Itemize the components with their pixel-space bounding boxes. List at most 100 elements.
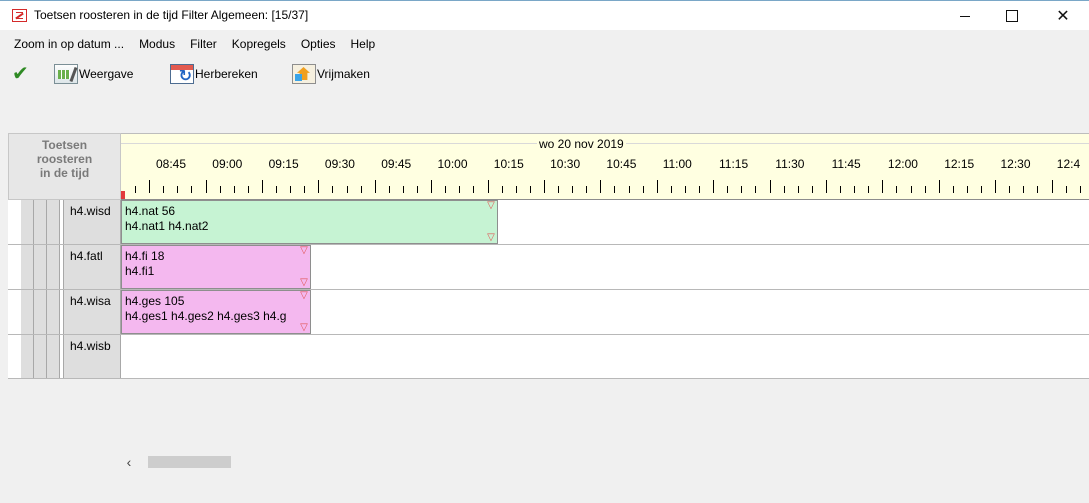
- time-label: 11:00: [662, 157, 692, 171]
- test-block-h4-ges[interactable]: h4.ges 105 h4.ges1 h4.ges2 h4.ges3 h4.g …: [121, 290, 311, 334]
- test-block-h4-fi[interactable]: h4.fi 18 h4.fi1 ▽ ▽: [121, 245, 311, 289]
- time-tick: [600, 180, 602, 193]
- weergave-button[interactable]: Weergave: [54, 64, 133, 84]
- row-stub: [34, 290, 47, 334]
- schedule-row-h4-wisd[interactable]: h4.wisd h4.nat 56 h4.nat1 h4.nat2 ▽ ▽: [8, 200, 1089, 245]
- time-tick: [896, 186, 898, 193]
- resize-handle-icon[interactable]: ▽: [486, 233, 496, 243]
- row-stub: [21, 290, 34, 334]
- schedule-row-h4-wisa[interactable]: h4.wisa h4.ges 105 h4.ges1 h4.ges2 h4.ge…: [8, 290, 1089, 335]
- time-tick: [699, 186, 700, 193]
- horizontal-scrollbar[interactable]: ‹: [121, 452, 1089, 472]
- time-label: 09:30: [324, 157, 355, 171]
- time-tick: [163, 186, 165, 193]
- row-stub: [21, 335, 34, 378]
- time-label: 09:00: [212, 157, 243, 171]
- time-label: 11:45: [831, 157, 861, 171]
- resize-handle-icon[interactable]: ▽: [299, 278, 309, 288]
- roster-app-icon: [12, 9, 27, 22]
- time-tick: [684, 186, 686, 193]
- herbereken-label: Herbereken: [195, 67, 258, 81]
- panel-title-line: Toetsen: [41, 138, 88, 152]
- time-tick: [205, 180, 207, 193]
- time-ruler[interactable]: wo 20 nov 2019 08:45 09:00 09:15 09:30 09:45…: [121, 133, 1089, 200]
- resize-handle-icon[interactable]: ▽: [299, 323, 309, 333]
- time-tick: [417, 186, 418, 193]
- confirm-check-icon[interactable]: [12, 64, 34, 84]
- time-tick: [332, 186, 334, 193]
- row-label: h4.fatl: [63, 245, 121, 289]
- time-tick: [1009, 186, 1011, 193]
- vrijmaken-label: Vrijmaken: [317, 67, 370, 81]
- row-stub: [34, 200, 47, 244]
- menu-help[interactable]: Help: [351, 37, 376, 51]
- time-tick: [247, 186, 249, 193]
- time-tick: [459, 186, 461, 193]
- menu-opties[interactable]: Opties: [301, 37, 336, 51]
- maximize-button[interactable]: [989, 1, 1035, 31]
- herbereken-button[interactable]: Herbereken: [170, 64, 258, 86]
- time-label: 09:15: [268, 157, 299, 171]
- calendar-refresh-icon: [170, 64, 194, 86]
- schedule-panel-title: Toetsen roosteren in de tijd: [8, 133, 121, 200]
- close-button[interactable]: ✕: [1040, 1, 1086, 31]
- time-tick: [938, 180, 940, 193]
- toolbar: Weergave Herbereken Vrijmaken: [0, 57, 1089, 91]
- menu-kopregels[interactable]: Kopregels: [232, 37, 286, 51]
- menu-modus[interactable]: Modus: [139, 37, 175, 51]
- resize-handle-icon[interactable]: ▽: [299, 246, 309, 256]
- test-block-h4-nat[interactable]: h4.nat 56 h4.nat1 h4.nat2 ▽ ▽: [121, 200, 498, 244]
- time-tick: [995, 180, 997, 193]
- test-title: h4.nat 56: [125, 204, 176, 218]
- menu-zoom-date[interactable]: Zoom in op datum ...: [14, 37, 124, 51]
- scrollbar-thumb[interactable]: [148, 456, 231, 468]
- time-tick: [191, 186, 193, 193]
- date-label: wo 20 nov 2019: [537, 137, 626, 151]
- time-tick: [445, 186, 447, 193]
- time-tick: [586, 186, 588, 193]
- time-tick: [868, 186, 870, 193]
- menu-filter[interactable]: Filter: [190, 37, 217, 51]
- time-tick: [882, 180, 884, 193]
- time-tick: [233, 186, 235, 193]
- time-tick: [473, 186, 475, 193]
- menu-bar: Zoom in op datum ... Modus Filter Kopreg…: [0, 30, 1089, 57]
- time-tick: [304, 186, 306, 193]
- time-tick: [783, 186, 785, 193]
- time-tick: [431, 180, 433, 193]
- time-tick: [797, 186, 799, 193]
- test-groups: h4.nat1 h4.nat2: [125, 219, 209, 233]
- row-stub: [34, 245, 47, 289]
- row-stub: [21, 200, 34, 244]
- time-tick: [543, 180, 545, 193]
- resize-handle-icon[interactable]: ▽: [486, 201, 496, 211]
- row-label: h4.wisb: [63, 335, 121, 378]
- schedule-row-h4-fatl[interactable]: h4.fatl h4.fi 18 h4.fi1 ▽ ▽: [8, 245, 1089, 290]
- title-bar: Toetsen roosteren in de tijd Filter Alge…: [0, 0, 1089, 30]
- time-tick: [727, 186, 729, 193]
- time-tick: [741, 186, 743, 193]
- window-title: Toetsen roosteren in de tijd Filter Alge…: [34, 8, 309, 22]
- time-tick: [755, 186, 757, 193]
- vrijmaken-button[interactable]: Vrijmaken: [292, 64, 370, 84]
- time-label: 09:45: [381, 157, 412, 171]
- time-tick: [966, 186, 968, 193]
- time-label: 10:00: [437, 157, 468, 171]
- row-label: h4.wisa: [63, 290, 121, 334]
- minimize-button[interactable]: [942, 1, 988, 31]
- time-tick: [402, 186, 404, 193]
- panel-title-line: roosteren: [36, 152, 93, 166]
- time-label: 10:15: [493, 157, 524, 171]
- time-label: 12:30: [1000, 157, 1031, 171]
- time-tick: [487, 180, 489, 193]
- time-label: 10:45: [606, 157, 637, 171]
- time-tick: [558, 186, 559, 193]
- time-tick: [360, 186, 362, 193]
- time-tick: [276, 186, 277, 193]
- scroll-left-icon[interactable]: ‹: [122, 455, 136, 469]
- time-tick: [769, 180, 771, 193]
- schedule-row-h4-wisb[interactable]: h4.wisb: [8, 335, 1089, 379]
- time-label: 11:15: [719, 157, 749, 171]
- resize-handle-icon[interactable]: ▽: [299, 291, 309, 301]
- time-tick: [318, 180, 320, 193]
